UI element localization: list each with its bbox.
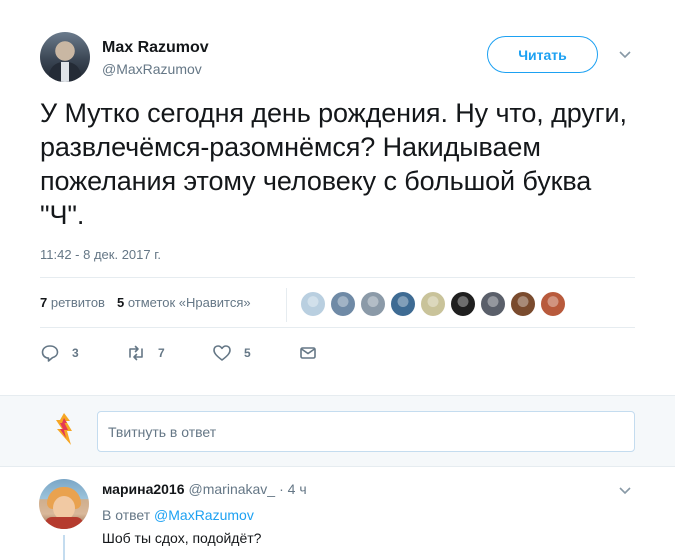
author-handle[interactable]: @MaxRazumov bbox=[102, 61, 202, 77]
reply-author-handle[interactable]: @marinakav_ bbox=[189, 481, 276, 497]
author-name[interactable]: Max Razumov bbox=[102, 39, 209, 57]
reply-input[interactable]: Твитнуть в ответ bbox=[97, 411, 635, 452]
liker-avatar[interactable] bbox=[450, 291, 476, 317]
liker-avatar[interactable] bbox=[480, 291, 506, 317]
follow-button[interactable]: Читать bbox=[487, 36, 598, 73]
thread-line bbox=[63, 535, 65, 560]
like-button[interactable]: 5 bbox=[212, 342, 298, 364]
like-count: 5 bbox=[244, 346, 251, 360]
retweet-stat[interactable]: 7 ретвитов bbox=[40, 295, 105, 310]
in-reply-to: В ответ @MaxRazumov bbox=[102, 507, 254, 523]
direct-message-button[interactable] bbox=[298, 342, 384, 364]
reply-time[interactable]: · 4 ч bbox=[279, 481, 307, 497]
retweet-button[interactable]: 7 bbox=[126, 342, 212, 364]
chevron-down-icon[interactable] bbox=[617, 46, 633, 62]
author-avatar[interactable] bbox=[40, 32, 90, 82]
tweet-stats: 7 ретвитов 5 отметок «Нравится» bbox=[40, 295, 251, 310]
in-reply-to-prefix: В ответ bbox=[102, 507, 151, 523]
reply-text: Шоб ты сдох, подойдёт? bbox=[102, 530, 262, 546]
like-stat[interactable]: 5 отметок «Нравится» bbox=[117, 295, 251, 310]
liker-avatar[interactable] bbox=[420, 291, 446, 317]
retweet-stat-label: ретвитов bbox=[50, 295, 105, 310]
divider bbox=[40, 327, 635, 328]
reply-icon bbox=[41, 345, 59, 362]
liker-avatar[interactable] bbox=[330, 291, 356, 317]
liker-avatar[interactable] bbox=[360, 291, 386, 317]
like-stat-label: отметок «Нравится» bbox=[127, 295, 251, 310]
liker-avatars bbox=[300, 291, 566, 317]
retweet-count: 7 bbox=[158, 346, 165, 360]
reply-author-name[interactable]: марина2016 bbox=[102, 481, 185, 497]
tweet-text: У Мутко сегодня день рождения. Ну что, д… bbox=[40, 98, 627, 230]
tweet-actions: 3 7 5 bbox=[40, 342, 384, 364]
reply-header: марина2016 @marinakav_ · 4 ч bbox=[102, 481, 307, 497]
liker-avatar[interactable] bbox=[510, 291, 536, 317]
heart-icon bbox=[213, 345, 231, 361]
reply-button[interactable]: 3 bbox=[40, 342, 126, 364]
stats-separator bbox=[286, 288, 287, 322]
main-tweet: Max Razumov @MaxRazumov Читать У Мутко с… bbox=[0, 0, 675, 395]
liker-avatar[interactable] bbox=[540, 291, 566, 317]
in-reply-to-link[interactable]: @MaxRazumov bbox=[154, 507, 254, 523]
liker-avatar[interactable] bbox=[300, 291, 326, 317]
retweet-stat-count: 7 bbox=[40, 295, 48, 310]
liker-avatar[interactable] bbox=[390, 291, 416, 317]
tweet-timestamp[interactable]: 11:42 - 8 дек. 2017 г. bbox=[40, 247, 161, 262]
avatar-shirt bbox=[61, 62, 69, 82]
envelope-icon bbox=[300, 347, 316, 359]
user-avatar-icon bbox=[56, 413, 72, 445]
like-stat-count: 5 bbox=[116, 295, 125, 310]
divider bbox=[40, 277, 635, 278]
retweet-icon bbox=[129, 345, 143, 361]
reply-count: 3 bbox=[72, 346, 79, 360]
chevron-down-icon[interactable] bbox=[617, 482, 633, 498]
avatar-scarf bbox=[45, 517, 83, 529]
reply-author-avatar[interactable] bbox=[39, 479, 89, 529]
